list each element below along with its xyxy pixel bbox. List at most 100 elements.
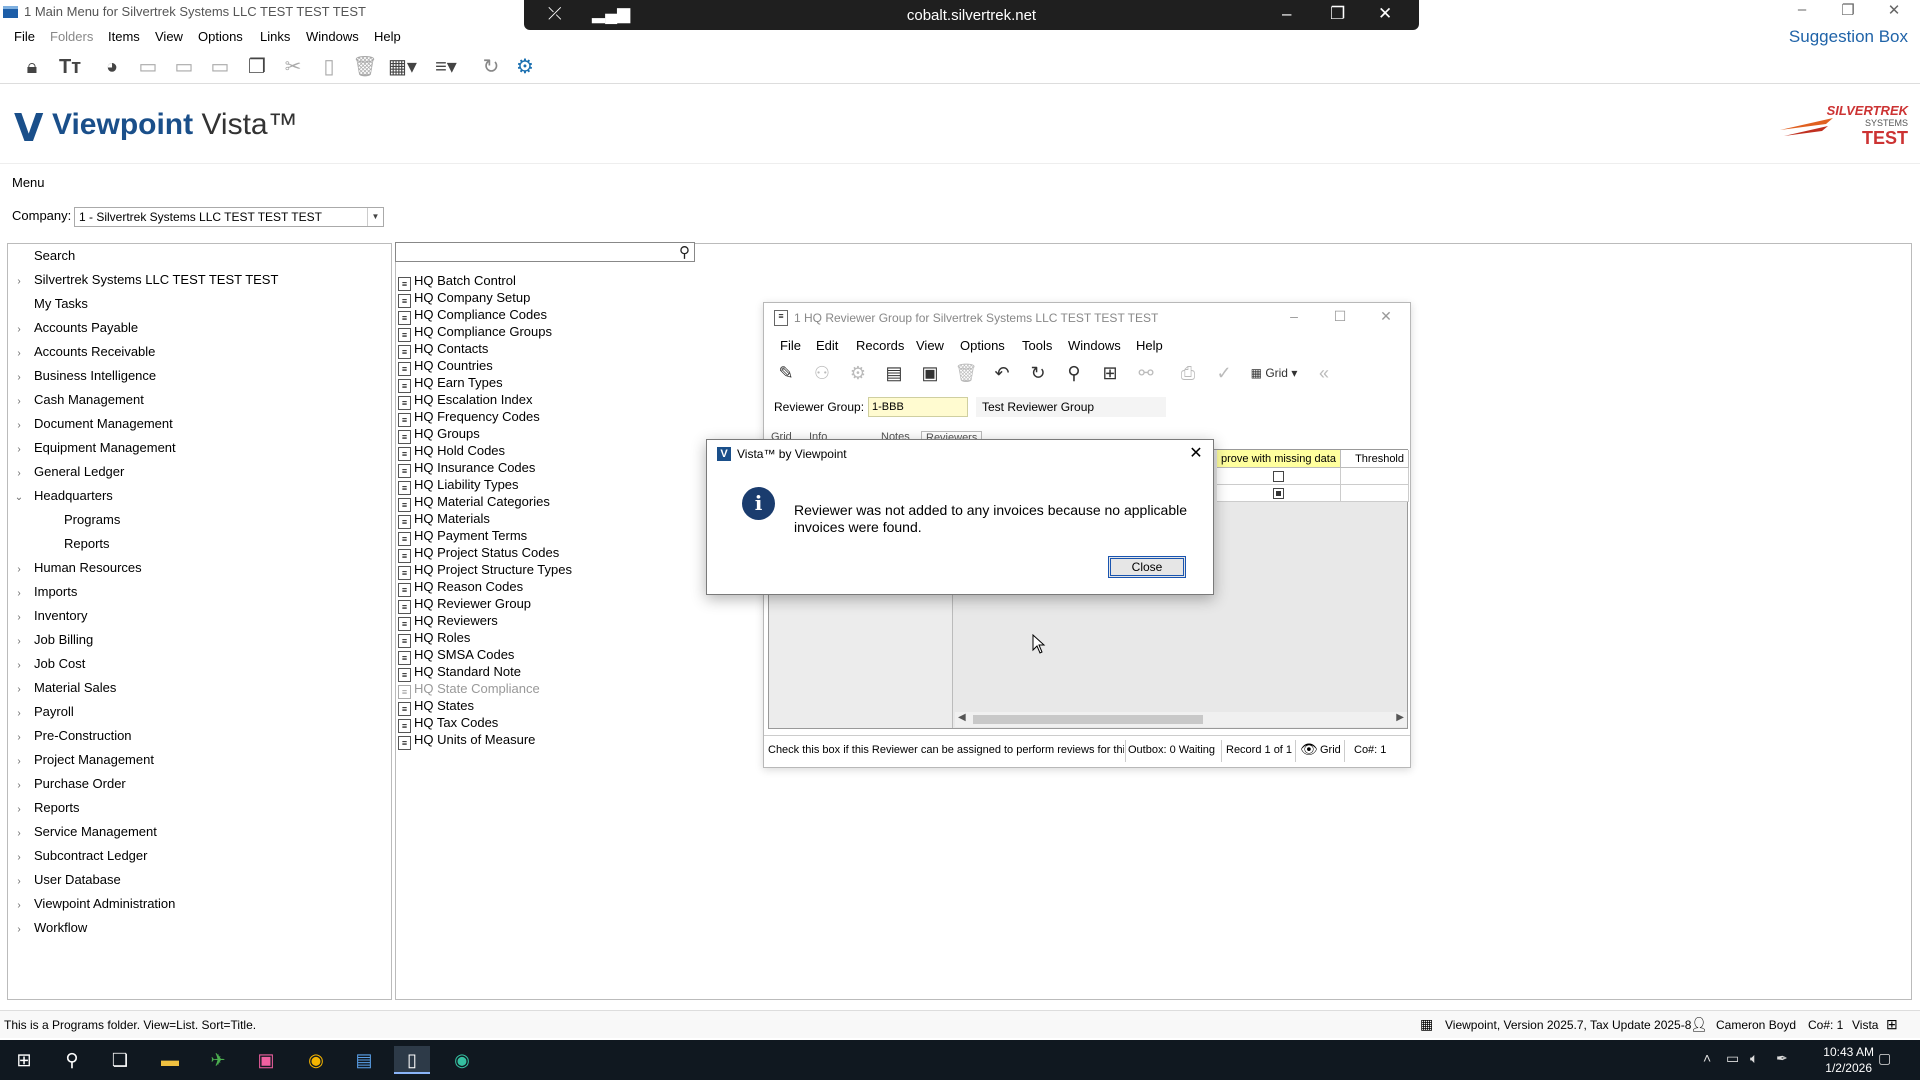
program-item[interactable]: ≡ HQ Project Status Codes [398,544,559,563]
menu-windows[interactable]: Windows [306,29,359,44]
chevron-right-icon[interactable]: › [12,774,26,798]
chevron-right-icon[interactable]: › [12,606,26,630]
col-approve-missing-data[interactable]: prove with missing data [1217,450,1341,468]
collapse-icon[interactable]: « [1310,360,1338,386]
tree-item[interactable]: › Cash Management [12,388,144,412]
spellcheck-icon[interactable]: ✓ [1210,360,1238,386]
app-icon[interactable]: ◉ [444,1046,480,1074]
company-select[interactable]: 1 - Silvertrek Systems LLC TEST TEST TES… [74,207,384,227]
cut-icon[interactable]: ✂ [279,54,307,80]
chevron-up-icon[interactable]: ˄ [1703,1050,1711,1066]
program-item[interactable]: ≡ HQ SMSA Codes [398,646,514,665]
suggestion-box-link[interactable]: Suggestion Box [1789,27,1908,47]
tree-item[interactable]: › Service Management [12,820,157,844]
hq-menu-options[interactable]: Options [960,338,1005,353]
tree-item[interactable]: › Silvertrek Systems LLC TEST TEST TEST [12,268,278,292]
app-icon[interactable]: ▣ [248,1046,284,1074]
network-icon[interactable]: ▭ [1726,1050,1739,1067]
tree-item[interactable]: ⌄ Headquarters [12,484,113,508]
new-folder-icon[interactable]: ▭ [134,54,162,80]
hq-minimize-button[interactable]: – [1280,308,1308,324]
tree-item[interactable]: › Job Cost [12,652,85,676]
viewpoint-icon[interactable]: ⚙ [511,54,539,80]
program-item[interactable]: ≡ HQ Units of Measure [398,731,535,750]
close-button[interactable]: Close [1108,556,1186,578]
program-item[interactable]: ≡ HQ Liability Types [398,476,519,495]
program-item[interactable]: ≡ HQ Material Categories [398,493,550,512]
program-search-input[interactable]: ⚲ [395,242,695,262]
approve-missing-checkbox[interactable] [1273,488,1284,499]
tree-item[interactable]: Search [12,244,75,268]
palette-icon[interactable]: ◕ [98,54,126,80]
refresh-icon[interactable]: ↻ [477,54,505,80]
search-icon[interactable]: ⚲ [54,1046,90,1074]
chevron-right-icon[interactable]: › [12,630,26,654]
chevron-right-icon[interactable]: › [12,750,26,774]
program-item[interactable]: ≡ HQ Earn Types [398,374,503,393]
font-size-icon[interactable]: Tт [56,54,84,80]
clock[interactable]: 10:43 AM 1/2/2026 [1823,1044,1874,1076]
tree-item[interactable]: › Accounts Payable [12,316,138,340]
delete-icon[interactable]: 🗑︎ [952,360,980,386]
program-item[interactable]: ≡ HQ State Compliance [398,680,540,699]
program-item[interactable]: ≡ HQ Reviewer Group [398,595,531,614]
copy-icon[interactable]: ❐ [243,54,271,80]
paste-icon[interactable]: ▯ [315,54,343,80]
menu-folders[interactable]: Folders [50,29,93,44]
tree-item[interactable]: › Reports [12,796,79,822]
volume-icon[interactable]: 🔈︎ [1750,1050,1758,1067]
tree-item[interactable]: › Project Management [12,748,154,772]
program-item[interactable]: ≡ HQ Compliance Groups [398,323,552,342]
dialog-close-icon[interactable]: ✕ [1185,443,1207,463]
tree-item[interactable]: › Business Intelligence [12,364,156,388]
attachment-icon[interactable]: ⚯ [1132,360,1160,386]
notifications-icon[interactable]: ▢ [1878,1050,1891,1067]
rdp-restore-button[interactable]: ❐ [1330,4,1345,24]
chevron-down-icon[interactable]: ▼ [367,208,383,226]
hq-menu-windows[interactable]: Windows [1068,338,1121,353]
chevron-right-icon[interactable]: › [12,462,26,486]
lock-icon[interactable]: 🔒︎ [18,54,46,80]
tree-item[interactable]: My Tasks [12,292,88,316]
chevron-right-icon[interactable]: › [12,702,26,726]
undo-icon[interactable]: ↶ [988,360,1016,386]
program-item[interactable]: ≡ HQ Insurance Codes [398,459,535,478]
lookup-grid-icon[interactable]: ⊞ [1096,360,1124,386]
program-item[interactable]: ≡ HQ Compliance Codes [398,306,547,325]
tree-item[interactable]: › Purchase Order [12,772,125,798]
chevron-right-icon[interactable]: › [12,918,26,942]
program-item[interactable]: ≡ HQ Standard Note [398,663,521,682]
tree-item[interactable]: › Accounts Receivable [12,340,155,364]
chrome-icon[interactable]: ◉ [298,1046,334,1074]
app-icon[interactable]: ✈ [200,1046,236,1074]
menu-file[interactable]: File [14,29,35,44]
tree-item[interactable]: › User Database [12,868,120,892]
sort-icon[interactable]: ≡▾ [432,54,460,80]
search-icon[interactable]: ⚲ [1060,360,1088,386]
chevron-right-icon[interactable]: › [12,390,26,414]
chevron-right-icon[interactable]: › [12,558,26,582]
search-icon[interactable]: ⚲ [679,243,690,261]
new-record-icon[interactable]: ▤ [880,360,908,386]
edit-record-icon[interactable]: ✎ [772,360,800,386]
chevron-right-icon[interactable]: › [12,654,26,678]
chevron-right-icon[interactable]: › [12,318,26,342]
program-item[interactable]: ≡ HQ Reason Codes [398,578,523,597]
chevron-right-icon[interactable]: › [12,678,26,702]
tree-item[interactable]: › Viewpoint Administration [12,892,175,916]
hq-menu-records[interactable]: Records [856,338,904,353]
hq-menu-help[interactable]: Help [1136,338,1163,353]
chevron-right-icon[interactable]: › [12,366,26,390]
hq-menu-tools[interactable]: Tools [1022,338,1052,353]
hq-menu-edit[interactable]: Edit [816,338,838,353]
horizontal-scrollbar[interactable]: ◀ ▶ [955,712,1407,727]
menu-links[interactable]: Links [260,29,290,44]
task-view-icon[interactable]: ❏ [102,1046,138,1074]
vista-app-icon[interactable]: ▯ [394,1046,430,1074]
program-item[interactable]: ≡ HQ Tax Codes [398,714,498,733]
tree-item[interactable]: › Document Management [12,412,172,438]
chevron-right-icon[interactable]: › [12,798,26,822]
scroll-thumb[interactable] [973,715,1203,724]
chevron-right-icon[interactable]: › [12,414,26,438]
file-explorer-icon[interactable]: ▬ [152,1046,188,1074]
